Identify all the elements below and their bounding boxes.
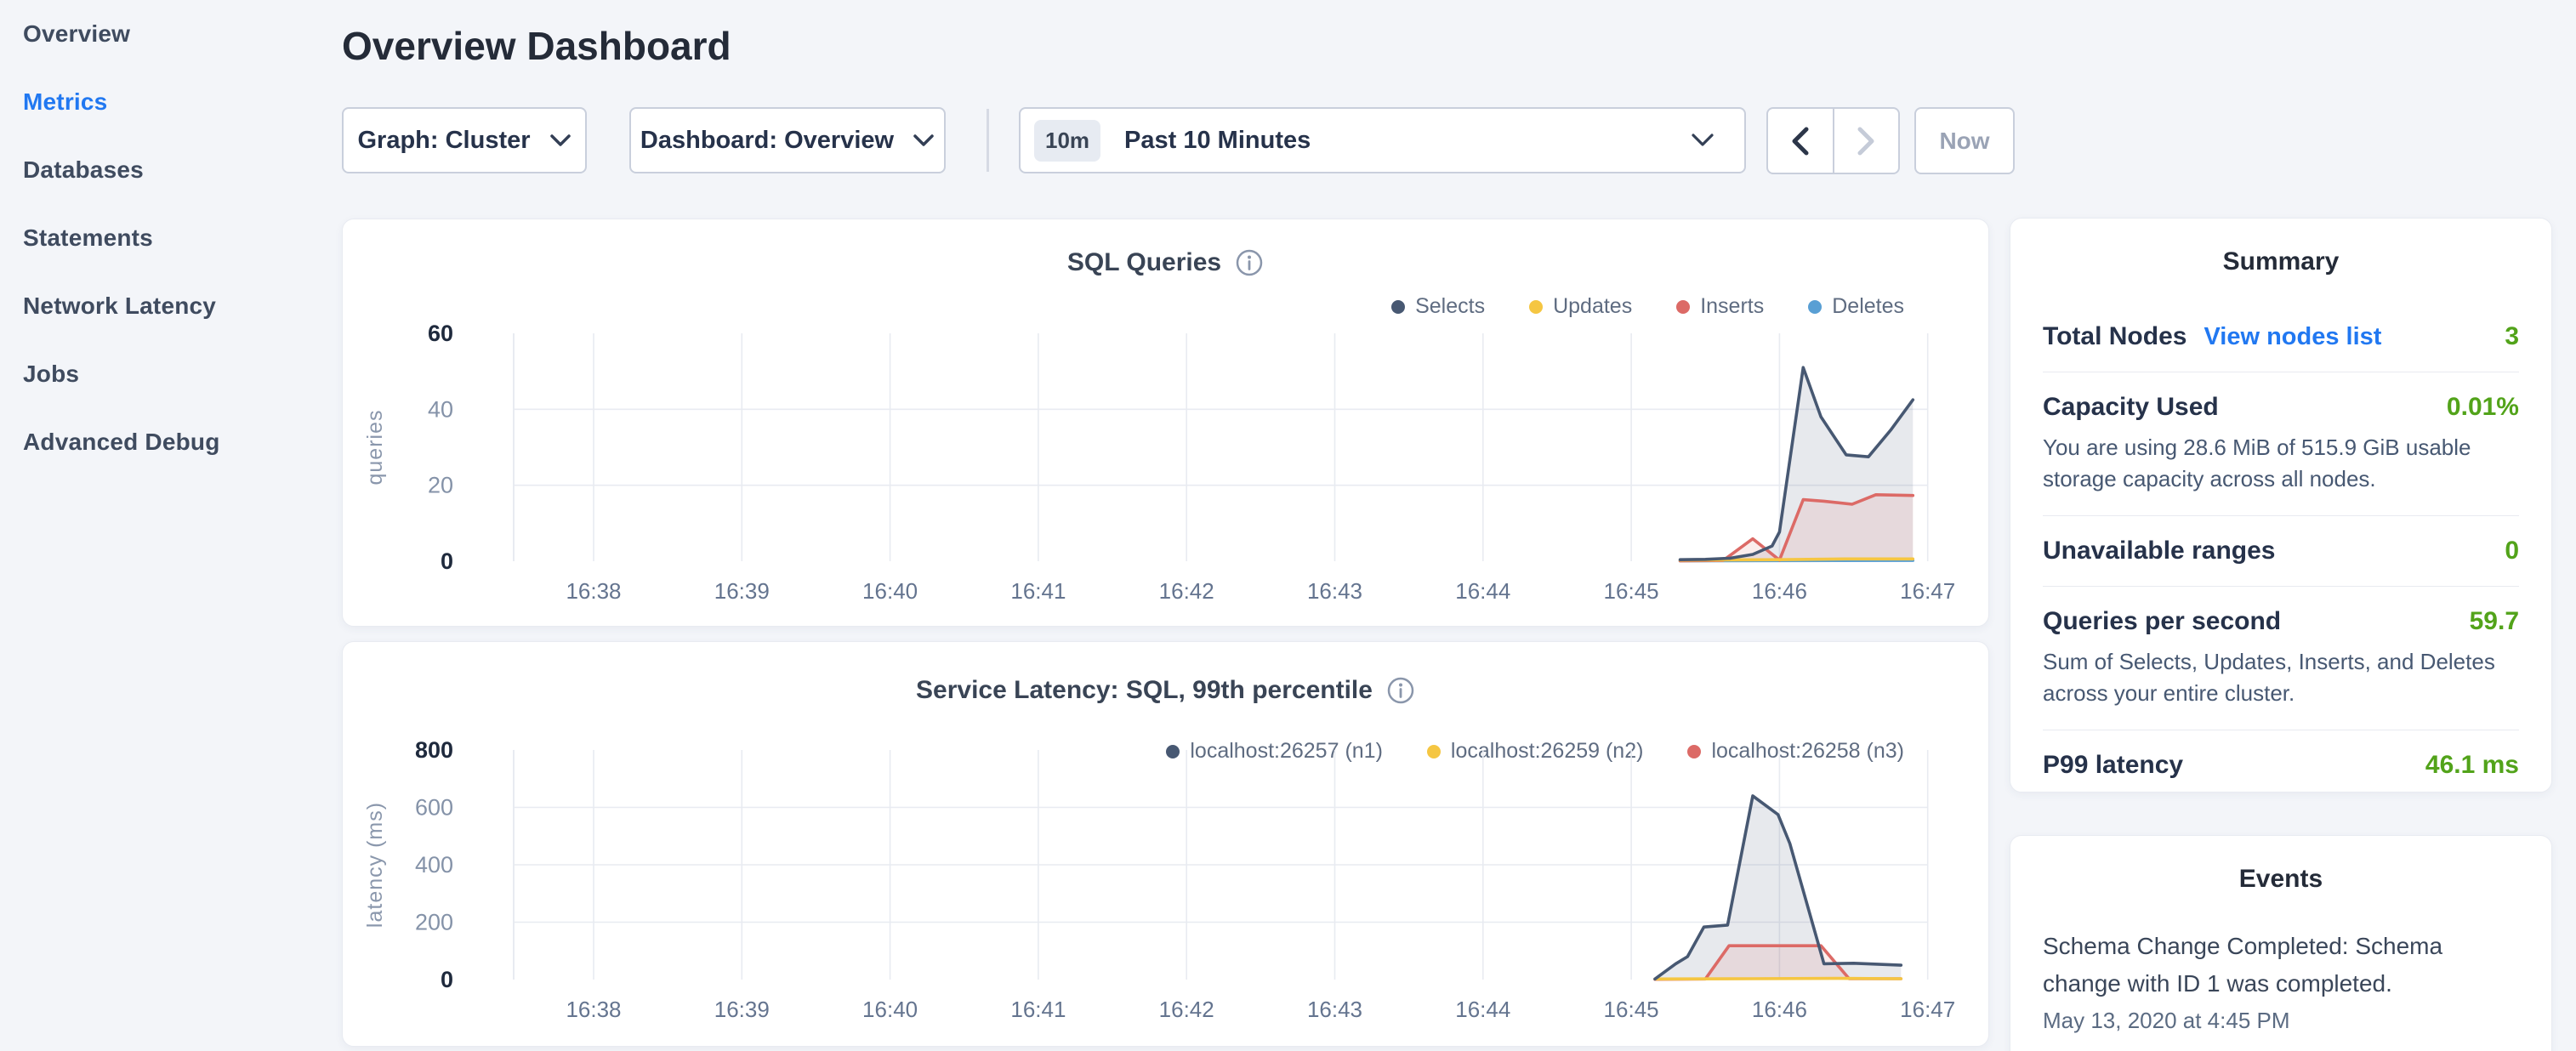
now-button[interactable]: Now [1914, 107, 2015, 174]
time-next-button[interactable] [1833, 109, 1899, 173]
svg-text:20: 20 [428, 473, 453, 498]
svg-text:600: 600 [415, 795, 453, 821]
time-prev-button[interactable] [1768, 109, 1833, 173]
time-range-label: Past 10 Minutes [1124, 127, 1311, 155]
sidebar-item-statements[interactable]: Statements [0, 204, 342, 272]
svg-text:16:43: 16:43 [1307, 997, 1362, 1022]
svg-text:16:40: 16:40 [862, 578, 918, 604]
summary-value: 3 [2505, 322, 2519, 351]
svg-text:40: 40 [428, 396, 453, 422]
svg-text:16:42: 16:42 [1159, 997, 1214, 1022]
svg-text:16:42: 16:42 [1159, 578, 1214, 604]
svg-text:200: 200 [415, 910, 453, 935]
svg-text:16:44: 16:44 [1455, 578, 1510, 604]
sql-queries-chart-plot[interactable]: 16:38 16:39 16:40 16:41 16:42 16:43 16:44 16:45… [343, 219, 1990, 628]
chevron-down-icon [549, 134, 571, 147]
event-text: Schema Change Completed: Schema change w… [2043, 928, 2519, 1003]
svg-text:16:47: 16:47 [1900, 578, 1955, 604]
sidebar-item-network-latency[interactable]: Network Latency [0, 272, 342, 340]
summary-divider [2043, 586, 2519, 587]
summary-value: 46.1 ms [2425, 751, 2519, 780]
summary-label: Queries per second [2043, 607, 2281, 636]
svg-text:16:39: 16:39 [714, 578, 770, 604]
summary-label: Total Nodes [2043, 322, 2186, 351]
summary-value: 59.7 [2470, 607, 2519, 636]
summary-row-total-nodes: Total Nodes View nodes list 3 [2043, 322, 2519, 351]
summary-row-p99-latency: P99 latency 46.1 ms [2043, 751, 2519, 780]
chevron-down-icon [913, 134, 935, 147]
time-range-selector[interactable]: 10m Past 10 Minutes [1019, 107, 1746, 173]
summary-row-queries-per-second: Queries per second 59.7 Sum of Selects, Up… [2043, 607, 2519, 709]
summary-value: 0.01% [2447, 393, 2519, 422]
summary-divider [2043, 515, 2519, 516]
svg-text:latency (ms): latency (ms) [363, 802, 387, 928]
view-nodes-list-link[interactable]: View nodes list [2204, 322, 2381, 351]
svg-text:16:46: 16:46 [1752, 578, 1807, 604]
svg-text:16:46: 16:46 [1752, 997, 1807, 1022]
svg-text:16:40: 16:40 [862, 997, 918, 1022]
summary-label: Unavailable ranges [2043, 537, 2275, 565]
event-timestamp: May 13, 2020 at 4:45 PM [2043, 1008, 2519, 1033]
sidebar-item-jobs[interactable]: Jobs [0, 340, 342, 408]
service-latency-chart-plot[interactable]: 16:38 16:39 16:40 16:41 16:42 16:43 16:44 16:45… [343, 642, 1990, 1048]
svg-text:800: 800 [415, 737, 453, 763]
summary-label: P99 latency [2043, 751, 2183, 780]
svg-text:16:38: 16:38 [566, 997, 621, 1022]
chevron-down-icon [1690, 133, 1715, 148]
svg-text:queries: queries [363, 410, 387, 486]
toolbar-divider [987, 109, 989, 172]
svg-text:16:45: 16:45 [1604, 997, 1659, 1022]
summary-label: Capacity Used [2043, 393, 2219, 422]
svg-text:60: 60 [428, 321, 453, 346]
dashboard-dropdown-label: Dashboard: Overview [640, 127, 894, 155]
events-panel: Events Schema Change Completed: Schema c… [2010, 835, 2552, 1051]
svg-text:16:43: 16:43 [1307, 578, 1362, 604]
events-title: Events [2043, 865, 2519, 894]
svg-text:0: 0 [441, 548, 453, 574]
summary-panel: Summary Total Nodes View nodes list 3 Capac… [2010, 218, 2552, 793]
svg-text:16:38: 16:38 [566, 578, 621, 604]
summary-title: Summary [2043, 247, 2519, 276]
summary-value: 0 [2505, 537, 2519, 565]
sidebar: OverviewMetricsDatabasesStatementsNetwor… [0, 0, 342, 1051]
graph-dropdown-label: Graph: Cluster [357, 127, 530, 155]
svg-text:400: 400 [415, 852, 453, 878]
chevron-left-icon [1786, 122, 1815, 160]
summary-description: You are using 28.6 MiB of 515.9 GiB usab… [2043, 432, 2519, 495]
svg-text:16:41: 16:41 [1010, 578, 1066, 604]
svg-text:16:39: 16:39 [714, 997, 770, 1022]
time-range-badge: 10m [1034, 120, 1100, 162]
summary-row-capacity-used: Capacity Used 0.01% You are using 28.6 MiB… [2043, 393, 2519, 495]
sql-queries-chart-card: SQL Queries SelectsUpdatesInsertsDeletes… [342, 219, 1989, 627]
svg-text:16:45: 16:45 [1604, 578, 1659, 604]
summary-description: Sum of Selects, Updates, Inserts, and De… [2043, 646, 2519, 709]
chevron-right-icon [1851, 122, 1880, 160]
sidebar-item-databases[interactable]: Databases [0, 136, 342, 204]
graph-dropdown[interactable]: Graph: Cluster [342, 107, 587, 173]
svg-text:0: 0 [441, 967, 453, 992]
summary-row-unavailable-ranges: Unavailable ranges 0 [2043, 537, 2519, 565]
sidebar-item-advanced-debug[interactable]: Advanced Debug [0, 408, 342, 476]
page: OverviewMetricsDatabasesStatementsNetwor… [0, 0, 2576, 1051]
svg-text:16:44: 16:44 [1455, 997, 1510, 1022]
dashboard-dropdown[interactable]: Dashboard: Overview [629, 107, 946, 173]
service-latency-chart-card: Service Latency: SQL, 99th percentile lo… [342, 641, 1989, 1047]
sidebar-item-metrics[interactable]: Metrics [0, 68, 342, 136]
sidebar-item-overview[interactable]: Overview [0, 0, 342, 68]
page-title: Overview Dashboard [342, 20, 731, 71]
svg-text:16:41: 16:41 [1010, 997, 1066, 1022]
svg-text:16:47: 16:47 [1900, 997, 1955, 1022]
time-pager [1766, 107, 1900, 174]
